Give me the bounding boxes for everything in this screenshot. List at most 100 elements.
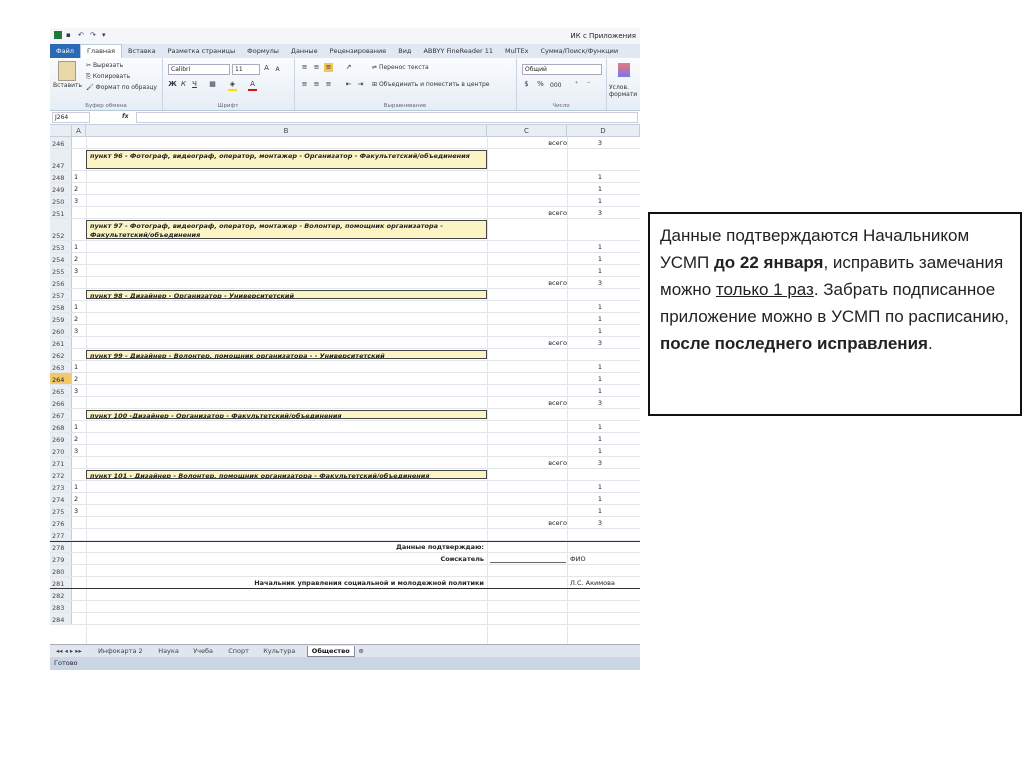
table-row[interactable]: 283 bbox=[50, 601, 640, 613]
decrease-indent-icon[interactable]: ⇤ bbox=[344, 80, 353, 89]
table-row[interactable]: 262 пункт 99 - Дизайнер - Волонтер, помощ… bbox=[50, 349, 640, 361]
column-header-a[interactable]: A bbox=[72, 125, 86, 137]
table-row[interactable]: 279 Соискатель ФИО bbox=[50, 553, 640, 565]
orientation-icon[interactable]: ↗ bbox=[344, 63, 353, 72]
table-row[interactable]: 268 1 1 bbox=[50, 421, 640, 433]
table-row[interactable]: 275 3 1 bbox=[50, 505, 640, 517]
table-row[interactable]: 276 всего 3 bbox=[50, 517, 640, 529]
currency-icon[interactable]: $ bbox=[522, 80, 531, 89]
table-row[interactable]: 254 2 1 bbox=[50, 253, 640, 265]
table-row[interactable]: 257 пункт 98 - Дизайнер - Организатор - У… bbox=[50, 289, 640, 301]
table-row[interactable]: 246 всего 3 bbox=[50, 137, 640, 149]
increase-indent-icon[interactable]: ⇥ bbox=[356, 80, 365, 89]
ribbon-tab-7[interactable]: Вид bbox=[392, 44, 417, 58]
align-top-icon[interactable]: ≡ bbox=[300, 63, 309, 72]
sheet-tab-2[interactable]: Учеба bbox=[189, 646, 217, 656]
column-header-b[interactable]: B bbox=[86, 125, 487, 137]
table-row[interactable]: 251 всего 3 bbox=[50, 207, 640, 219]
paste-icon[interactable] bbox=[58, 61, 76, 81]
table-row[interactable]: 259 2 1 bbox=[50, 313, 640, 325]
redo-icon[interactable]: ↷ bbox=[90, 31, 98, 39]
wrap-text-button[interactable]: ⇌ Перенос текста bbox=[372, 64, 429, 71]
bold-icon[interactable]: Ж bbox=[168, 80, 177, 89]
table-row[interactable]: 261 всего 3 bbox=[50, 337, 640, 349]
align-middle-icon[interactable]: ≡ bbox=[312, 63, 321, 72]
table-row[interactable]: 253 1 1 bbox=[50, 241, 640, 253]
align-center-icon[interactable]: ≡ bbox=[312, 80, 321, 89]
ribbon-tab-0[interactable]: Файл bbox=[50, 44, 80, 58]
decrease-decimal-icon[interactable]: ⁻ bbox=[584, 80, 593, 89]
paste-button[interactable]: Вставить bbox=[53, 82, 82, 89]
align-right-icon[interactable]: ≡ bbox=[324, 80, 333, 89]
sheet-tab-3[interactable]: Спорт bbox=[224, 646, 253, 656]
font-size-select[interactable]: 11 bbox=[232, 64, 260, 75]
customize-icon[interactable]: ▾ bbox=[102, 31, 110, 39]
thousands-separator-button[interactable]: 000 bbox=[550, 82, 561, 89]
table-row[interactable]: 249 2 1 bbox=[50, 183, 640, 195]
table-row[interactable]: 281 Начальник управления социальной и мол… bbox=[50, 577, 640, 589]
borders-icon[interactable]: ▦ bbox=[208, 80, 217, 89]
ribbon-tab-4[interactable]: Формулы bbox=[241, 44, 285, 58]
column-header-c[interactable]: C bbox=[487, 125, 567, 137]
table-row[interactable]: 258 1 1 bbox=[50, 301, 640, 313]
align-left-icon[interactable]: ≡ bbox=[300, 80, 309, 89]
conditional-format-button[interactable]: Услов. формати bbox=[609, 84, 639, 98]
ribbon-tab-3[interactable]: Разметка страницы bbox=[162, 44, 242, 58]
table-row[interactable]: 284 bbox=[50, 613, 640, 625]
table-row[interactable]: 270 3 1 bbox=[50, 445, 640, 457]
table-row[interactable]: 247 пункт 96 - Фотограф, видеограф, опера… bbox=[50, 149, 640, 171]
ribbon-tab-5[interactable]: Данные bbox=[285, 44, 324, 58]
percent-icon[interactable]: % bbox=[536, 80, 545, 89]
ribbon-tab-8[interactable]: ABBYY FineReader 11 bbox=[417, 44, 499, 58]
table-row[interactable]: 256 всего 3 bbox=[50, 277, 640, 289]
spreadsheet-grid[interactable]: A B C D 246 всего 3 247 пункт 96 - Фотограф,… bbox=[50, 125, 640, 644]
table-row[interactable]: 280 bbox=[50, 565, 640, 577]
sheet-tab-5[interactable]: Общество bbox=[306, 646, 355, 657]
number-format-select[interactable]: Общий bbox=[522, 64, 602, 75]
table-row[interactable]: 265 3 1 bbox=[50, 385, 640, 397]
table-row[interactable]: 260 3 1 bbox=[50, 325, 640, 337]
table-row[interactable]: 282 bbox=[50, 589, 640, 601]
conditional-format-icon[interactable] bbox=[618, 63, 630, 77]
increase-decimal-icon[interactable]: ⁺ bbox=[572, 80, 581, 89]
column-header-d[interactable]: D bbox=[567, 125, 640, 137]
select-all-corner[interactable] bbox=[50, 125, 72, 137]
font-name-select[interactable]: Calibri bbox=[168, 64, 230, 75]
underline-icon[interactable]: Ч bbox=[190, 80, 199, 89]
sheet-tab-0[interactable]: Инфокарта 2 bbox=[94, 646, 147, 656]
sheet-tab-1[interactable]: Наука bbox=[154, 646, 183, 656]
ribbon-tab-2[interactable]: Вставка bbox=[122, 44, 162, 58]
table-row[interactable]: 266 всего 3 bbox=[50, 397, 640, 409]
name-box[interactable]: J264 bbox=[52, 112, 90, 123]
table-row[interactable]: 263 1 1 bbox=[50, 361, 640, 373]
ribbon-tab-9[interactable]: MulTEx bbox=[499, 44, 534, 58]
save-icon[interactable]: ▪ bbox=[66, 31, 74, 39]
function-icon[interactable]: fx bbox=[122, 113, 128, 120]
table-row[interactable]: 248 1 1 bbox=[50, 171, 640, 183]
table-row[interactable]: 272 пункт 101 - Дизайнер - Волонтер, помо… bbox=[50, 469, 640, 481]
table-row[interactable]: 271 всего 3 bbox=[50, 457, 640, 469]
table-row[interactable]: 273 1 1 bbox=[50, 481, 640, 493]
table-row[interactable]: 255 3 1 bbox=[50, 265, 640, 277]
grow-font-icon[interactable]: A bbox=[262, 64, 271, 73]
table-row[interactable]: 264 2 1 bbox=[50, 373, 640, 385]
copy-button[interactable]: ⎘ Копировать bbox=[86, 73, 130, 81]
fill-color-icon[interactable]: ◈ bbox=[228, 80, 237, 91]
ribbon-tab-10[interactable]: Сумма/Поиск/Функции bbox=[534, 44, 624, 58]
align-bottom-icon[interactable]: ≡ bbox=[324, 63, 333, 72]
formula-input[interactable] bbox=[136, 112, 638, 123]
table-row[interactable]: 278 Данные подтверждаю: bbox=[50, 541, 640, 553]
sheet-nav-arrows[interactable]: ◂◂ ◂ ▸ ▸▸ bbox=[52, 646, 86, 656]
sheet-tab-4[interactable]: Культура bbox=[259, 646, 299, 656]
ribbon-tab-6[interactable]: Рецензирование bbox=[324, 44, 393, 58]
table-row[interactable]: 267 пункт 100 -Дизайнер - Организатор - Ф… bbox=[50, 409, 640, 421]
cut-button[interactable]: ✂ Вырезать bbox=[86, 62, 123, 69]
ribbon-tab-1[interactable]: Главная bbox=[79, 44, 123, 58]
merge-center-button[interactable]: ⊞ Объединить и поместить в центре bbox=[372, 81, 490, 88]
table-row[interactable]: 277 bbox=[50, 529, 640, 541]
format-painter-button[interactable]: 🖌 Формат по образцу bbox=[86, 84, 157, 91]
font-color-icon[interactable]: A bbox=[248, 80, 257, 91]
table-row[interactable]: 250 3 1 bbox=[50, 195, 640, 207]
table-row[interactable]: 274 2 1 bbox=[50, 493, 640, 505]
italic-icon[interactable]: К bbox=[179, 80, 188, 89]
